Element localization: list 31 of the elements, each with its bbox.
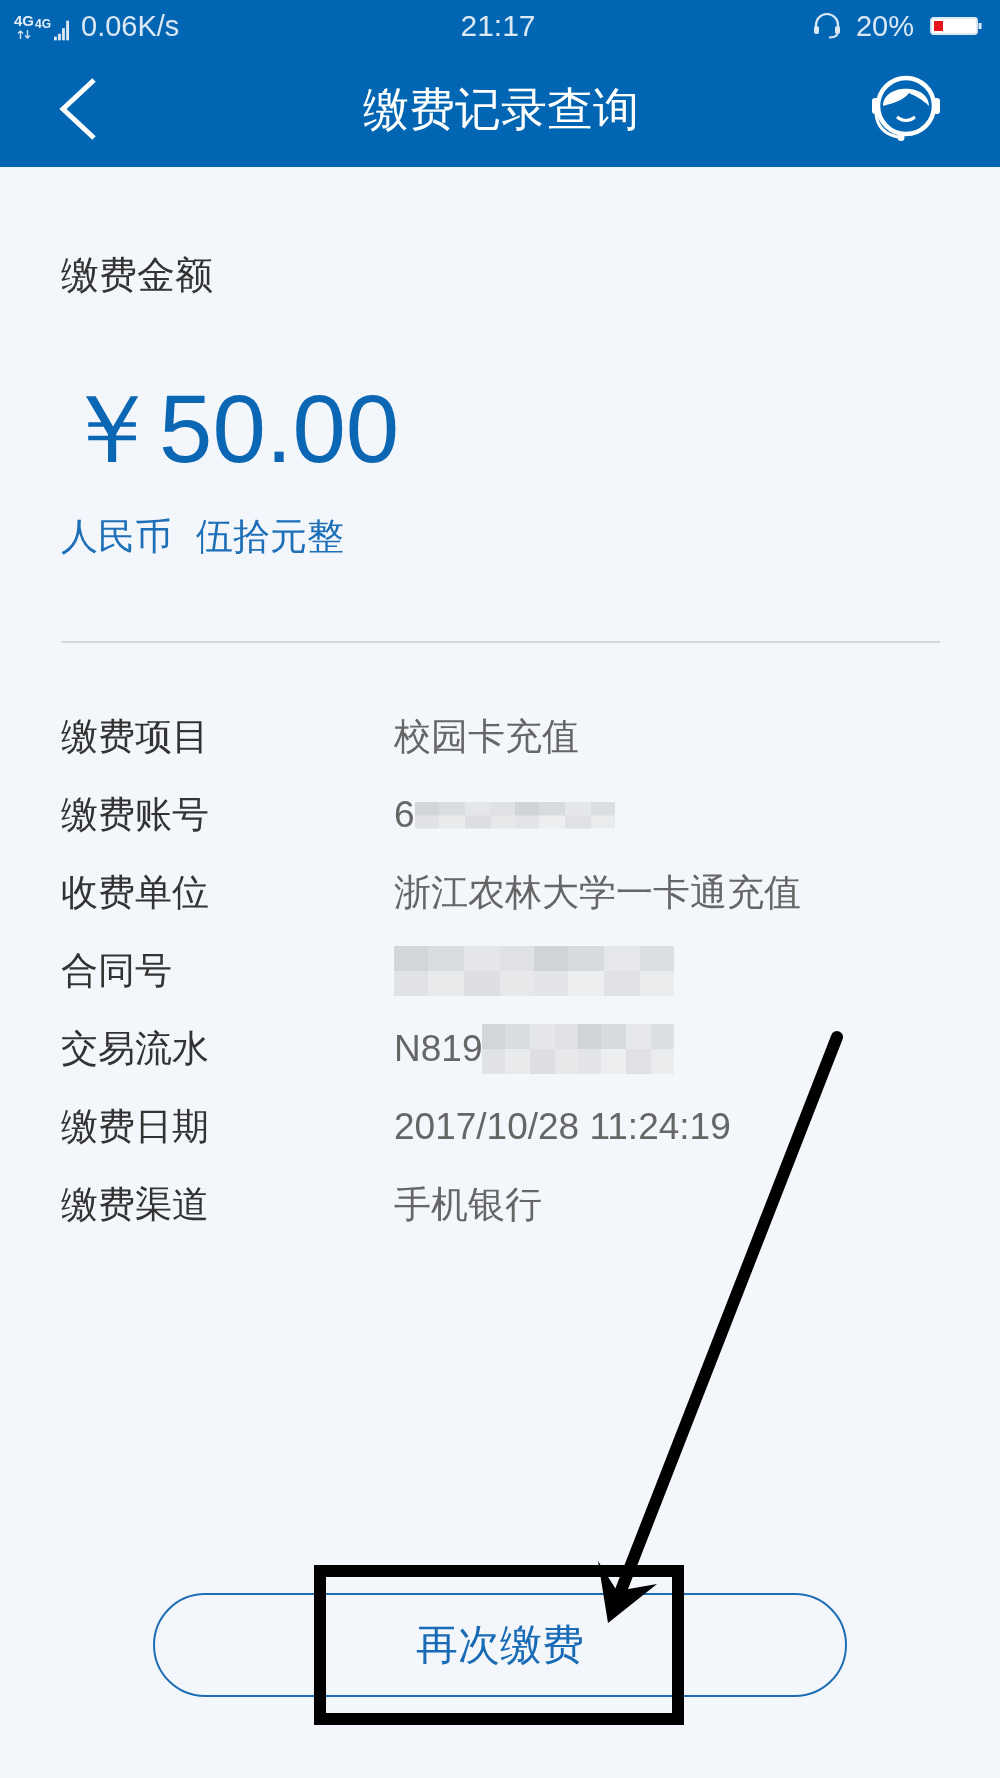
detail-value: 校园卡充值 <box>394 715 579 759</box>
detail-label: 缴费日期 <box>61 1105 210 1149</box>
detail-value: 浙江农林大学一卡通充值 <box>394 871 801 915</box>
signal-icon <box>54 20 70 41</box>
detail-label: 合同号 <box>61 949 173 993</box>
data-arrows-icon <box>17 30 31 39</box>
payment-amount: ￥50.00 <box>63 381 400 477</box>
back-button[interactable] <box>59 77 97 141</box>
back-chevron-icon <box>59 77 97 141</box>
page-title: 缴费记录查询 <box>362 82 639 137</box>
amount-in-words: 伍拾元整 <box>196 515 344 559</box>
support-agent-icon <box>870 75 942 143</box>
detail-value: 2017/10/28 11:24:19 <box>394 1105 731 1149</box>
detail-label: 缴费账号 <box>61 793 210 837</box>
amount-label: 缴费金额 <box>61 253 213 298</box>
network-type-label: 4G <box>35 17 52 30</box>
network-type-label: 4G <box>14 14 34 28</box>
detail-value: 手机银行 <box>394 1183 542 1227</box>
battery-icon <box>930 16 982 35</box>
detail-value: 6 <box>394 793 415 837</box>
battery-percent: 20% <box>855 8 914 43</box>
headset-icon <box>811 12 842 39</box>
clock-time: 21:17 <box>460 8 536 43</box>
detail-label: 收费单位 <box>61 871 210 915</box>
currency-label: 人民币 <box>61 515 172 559</box>
customer-service-button[interactable] <box>870 75 942 143</box>
network-speed: 0.06K/s <box>81 8 180 43</box>
detail-label: 缴费项目 <box>61 715 210 759</box>
detail-label: 缴费渠道 <box>61 1183 210 1227</box>
detail-value: N819 <box>394 1027 483 1071</box>
detail-label: 交易流水 <box>61 1027 210 1071</box>
